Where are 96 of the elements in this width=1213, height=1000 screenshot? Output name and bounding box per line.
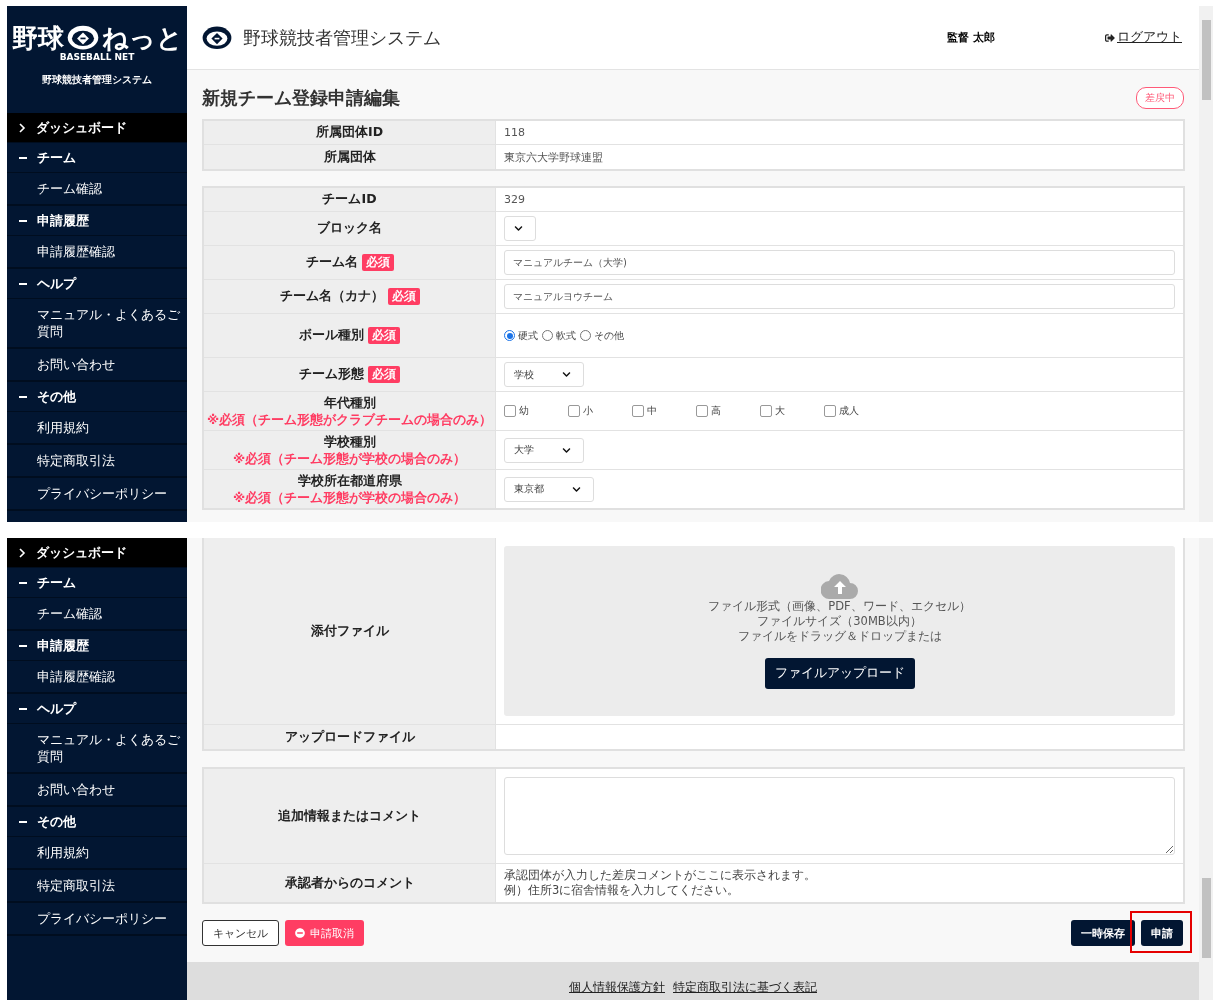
required-badge: 必須	[368, 366, 400, 383]
select-field[interactable]: 学校	[504, 362, 584, 387]
field-label: 承認者からのコメント	[284, 874, 415, 892]
approver-comment: 承認団体が入力した差戻コメントがここに表示されます。 例）住所3に宿舎情報を入力してください。	[504, 868, 816, 898]
baseball-field-icon	[201, 24, 233, 51]
field-label: チームID	[322, 191, 377, 208]
minus-icon	[19, 707, 27, 710]
required-badge: 必須	[368, 327, 400, 344]
checkbox-option[interactable]: 大	[760, 404, 824, 418]
minus-icon	[19, 644, 27, 647]
chevron-down-icon	[572, 484, 581, 494]
sidebar-section[interactable]: ダッシュボード	[7, 113, 187, 144]
required-badge: 必須	[387, 288, 420, 305]
input-field[interactable]: マニュアルチーム（大学)	[504, 250, 1175, 275]
scrollbar[interactable]	[1199, 6, 1213, 522]
logout-icon	[1105, 32, 1115, 43]
input-field[interactable]: マニュアルヨウチーム	[504, 284, 1175, 309]
chevron-right-icon	[19, 547, 26, 558]
system-name: 野球競技者管理システム	[42, 74, 152, 88]
chevron-down-icon	[562, 370, 571, 379]
checkbox-option[interactable]: 成人	[824, 404, 888, 418]
app-title: 野球競技者管理システム	[243, 25, 442, 50]
checkbox-option[interactable]: 中	[632, 404, 696, 418]
field-label: ブロック名	[317, 220, 382, 237]
field-label: 学校種別	[323, 434, 376, 451]
field-note: ※必須（チーム形態がクラブチームの場合のみ）	[206, 413, 493, 427]
minus-icon	[19, 156, 27, 159]
section-label: その他	[37, 387, 76, 406]
minus-icon	[19, 820, 27, 823]
section-label: チーム	[37, 573, 76, 592]
select-field[interactable]: 大学	[504, 437, 584, 463]
upload-button[interactable]: ファイルアップロード	[764, 658, 915, 689]
field-label: 学校所在都道府県	[297, 473, 402, 490]
user-name: 監督 太郎	[947, 30, 995, 45]
checkbox[interactable]	[824, 405, 836, 417]
upload-hint: ファイルサイズ（30MB以内）	[757, 614, 922, 629]
checkbox-option[interactable]: 高	[696, 404, 760, 418]
chevron-right-icon	[19, 122, 26, 133]
baseball-field-icon	[65, 24, 100, 52]
cancel-button[interactable]: キャンセル	[202, 920, 279, 946]
minus-icon	[19, 395, 27, 398]
section-label: 申請履歴	[37, 636, 89, 655]
section-label: その他	[37, 812, 76, 831]
table-cell-text: 118	[503, 125, 526, 141]
logout-link[interactable]: ログアウト	[1105, 29, 1182, 46]
field-label: アップロードファイル	[284, 728, 415, 746]
radio-option[interactable]: 軟式	[542, 328, 576, 343]
upload-hint: ファイル形式（画像、PDF、ワード、エクセル）	[708, 599, 971, 614]
sidebar-section[interactable]: ダッシュボード	[7, 538, 187, 568]
field-note: ※必須（チーム形態が学校の場合のみ）	[232, 491, 467, 505]
radio-option[interactable]: 硬式	[504, 328, 538, 343]
checkbox-option[interactable]: 小	[568, 404, 632, 418]
section-label: チーム	[37, 148, 76, 167]
footer-link[interactable]: 個人情報保護方針	[569, 979, 665, 996]
checkbox[interactable]	[760, 405, 772, 417]
checkbox[interactable]	[504, 405, 516, 417]
section-label: ダッシュボード	[36, 543, 127, 562]
section-label: ヘルプ	[37, 274, 76, 293]
chevron-down-icon	[514, 224, 523, 233]
required-badge: 必須	[361, 254, 394, 271]
checkbox[interactable]	[568, 405, 580, 417]
select-field[interactable]: 東京都	[504, 476, 594, 502]
checkbox-option[interactable]: 幼	[504, 404, 568, 418]
field-note: ※必須（チーム形態が学校の場合のみ）	[232, 452, 467, 466]
minus-icon	[19, 282, 27, 285]
status-badge: 差戻中	[1136, 87, 1184, 109]
section-label: ダッシュボード	[36, 118, 127, 137]
field-label: 所属団体	[323, 148, 376, 166]
select-field[interactable]	[504, 216, 536, 241]
drop-zone[interactable]: ファイル形式（画像、PDF、ワード、エクセル） ファイルサイズ（30MB以内） ファイルをドラッグ＆ドロップまたは ファイルアップロード	[504, 546, 1175, 716]
page-title: 新規チーム登録申請編集	[202, 86, 400, 110]
minus-icon	[19, 219, 27, 222]
field-label: チーム名（カナ）	[279, 288, 384, 305]
field-label: 追加情報またはコメント	[278, 807, 421, 825]
action-button[interactable]: 一時保存	[1071, 920, 1135, 946]
field-label: 添付ファイル	[310, 622, 389, 640]
scrollbar[interactable]	[1199, 538, 1213, 1000]
chevron-down-icon	[562, 445, 571, 455]
brand-logo: 野球 ねっと BASEBALL NET	[11, 24, 183, 63]
field-label: 年代種別	[323, 395, 376, 412]
section-label: ヘルプ	[37, 699, 76, 718]
table-cell-text: 東京六大学野球連盟	[503, 149, 604, 166]
table-cell-text: 329	[503, 192, 526, 208]
upload-hint: ファイルをドラッグ＆ドロップまたは	[737, 629, 942, 644]
footer-link[interactable]: 特定商取引法に基づく表記	[673, 979, 817, 996]
section-label: 申請履歴	[37, 211, 89, 230]
radio-option[interactable]: その他	[580, 328, 624, 343]
field-label: チーム名	[305, 254, 358, 271]
cloud-upload-icon	[820, 573, 859, 599]
action-button[interactable]: 申請	[1141, 920, 1183, 946]
field-label: チーム形態	[299, 366, 364, 383]
minus-icon	[19, 581, 27, 584]
field-label: 所属団体ID	[316, 124, 383, 141]
field-label: ボール種別	[299, 327, 364, 344]
checkbox[interactable]	[696, 405, 708, 417]
checkbox[interactable]	[632, 405, 644, 417]
